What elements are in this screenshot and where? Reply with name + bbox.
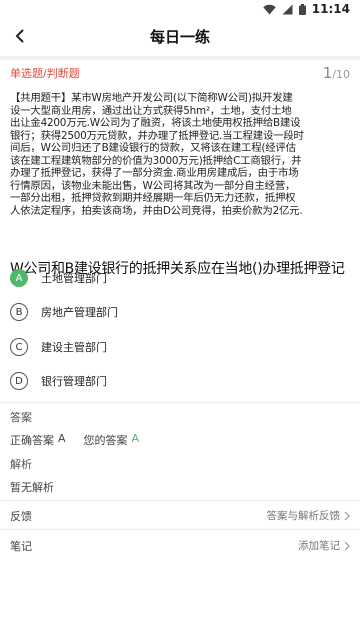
option-text: 银行管理部门 bbox=[41, 375, 107, 388]
add-note-label: 添加笔记 bbox=[298, 540, 340, 552]
option-c[interactable]: C 建设主管部门 bbox=[10, 336, 340, 358]
notes-action[interactable]: 添加笔记 bbox=[298, 538, 350, 553]
option-text: 土地管理部门 bbox=[41, 272, 107, 285]
question-stem: 【共用题干】某市W房地产开发公司(以下简称W公司)拟开发建 设一大型商业用房，通… bbox=[10, 92, 350, 217]
option-text: 建设主管部门 bbox=[41, 341, 107, 354]
feedback-row[interactable]: 反馈 答案与解析反馈 bbox=[0, 505, 360, 527]
signal-icon bbox=[282, 4, 293, 14]
status-bar: 11:14 bbox=[0, 0, 360, 20]
analysis-divider bbox=[0, 500, 360, 501]
stem-line: 人依法定程序，拍卖该商场，并由D公司竞得，拍卖价款为2亿元. bbox=[10, 204, 303, 217]
options-divider bbox=[0, 402, 360, 403]
feedback-action[interactable]: 答案与解析反馈 bbox=[267, 508, 351, 523]
correct-answer-label: 正确答案 bbox=[10, 434, 54, 447]
analysis-section-title: 解析 bbox=[10, 458, 32, 471]
header-divider bbox=[0, 56, 360, 60]
correct-answer-value: A bbox=[58, 432, 66, 445]
stem-line: 【共用题干】某市W房地产开发公司(以下简称W公司)拟开发建 bbox=[10, 92, 293, 104]
answer-line: 正确答案 A 您的答案 A bbox=[10, 432, 139, 448]
page-title: 每日一练 bbox=[149, 28, 210, 46]
question-current: 1 bbox=[322, 64, 333, 82]
status-icons: 11:14 bbox=[263, 2, 350, 16]
your-answer-label: 您的答案 bbox=[83, 434, 128, 447]
stem-line: 该在建工程建筑物部分的价值为3000万元)抵押给C工商银行，并 bbox=[10, 154, 302, 167]
notes-label: 笔记 bbox=[10, 540, 32, 553]
stem-line: 出让金4200万元.W公司为了融资，将该土地使用权抵押给B建设 bbox=[10, 117, 301, 129]
stem-line: 间后，W公司归还了B建设银行的贷款，又将该在建工程(经评估 bbox=[10, 142, 296, 154]
battery-icon bbox=[298, 3, 306, 15]
feedback-divider bbox=[0, 529, 360, 530]
question-counter: 1/10 bbox=[323, 64, 350, 82]
question-total: /10 bbox=[332, 68, 350, 81]
stem-line: 行情原因，该物业未能出售，W公司将其改为一部分自主经营， bbox=[10, 179, 296, 192]
stem-line: 设一大型商业用房，通过出让方式获得5hm²，土地，支付土地 bbox=[10, 104, 292, 117]
your-answer-value: A bbox=[131, 432, 140, 445]
option-letter-badge: A bbox=[10, 269, 28, 287]
stem-line: 办理了抵押登记，获得了一部分资金.商业用房建成后，由于市场 bbox=[10, 167, 299, 179]
question-type-label: 单选题/判断题 bbox=[10, 67, 80, 80]
feedback-action-label: 答案与解析反馈 bbox=[266, 510, 341, 522]
option-letter-badge: D bbox=[10, 372, 28, 390]
analysis-content: 暂无解析 bbox=[10, 481, 54, 494]
option-letter-badge: B bbox=[10, 303, 28, 321]
notes-row[interactable]: 笔记 添加笔记 bbox=[0, 535, 360, 557]
option-b[interactable]: B 房地产管理部门 bbox=[10, 301, 340, 323]
stem-line: 银行；获得2500万元贷款，并办理了抵押登记.当工程建设一段时 bbox=[10, 129, 304, 142]
status-time: 11:14 bbox=[311, 2, 350, 16]
option-a[interactable]: A 土地管理部门 bbox=[10, 267, 340, 289]
option-text: 房地产管理部门 bbox=[41, 306, 118, 319]
chevron-right-icon bbox=[344, 511, 350, 520]
app-bar: 每日一练 bbox=[0, 20, 360, 54]
wifi-icon bbox=[263, 4, 276, 14]
answer-section-title: 答案 bbox=[10, 411, 32, 424]
chevron-right-icon bbox=[344, 541, 350, 550]
stem-line: 一部分出租，抵押贷款到期并经展期一年后仍无力还款，抵押权 bbox=[10, 192, 296, 204]
feedback-label: 反馈 bbox=[10, 510, 32, 523]
option-d[interactable]: D 银行管理部门 bbox=[10, 370, 340, 392]
option-letter-badge: C bbox=[10, 338, 28, 356]
